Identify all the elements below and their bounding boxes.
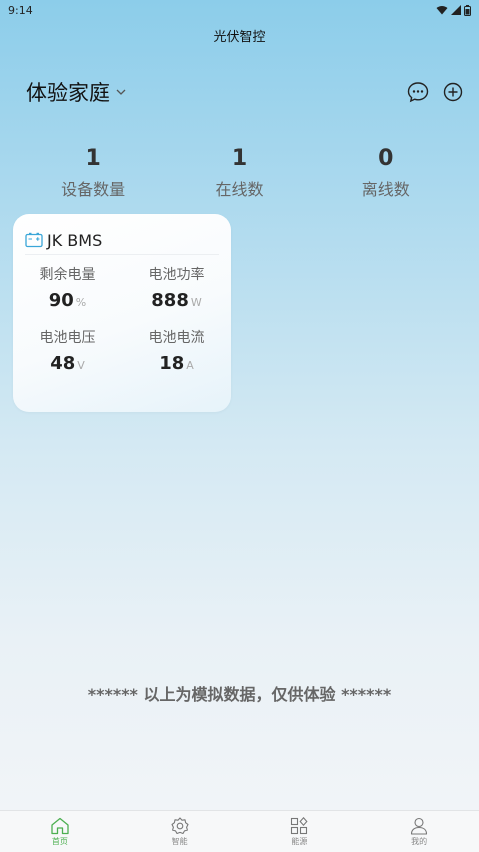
device-name: JK BMS <box>47 230 103 250</box>
metric-value-row: 48 V <box>13 353 122 374</box>
metric-unit: A <box>186 359 194 372</box>
battery-device-icon <box>25 232 43 248</box>
gear-icon <box>171 816 189 834</box>
stat-device-count: 1 设备数量 <box>33 144 153 200</box>
stat-label: 在线数 <box>215 180 264 199</box>
metric-unit: % <box>75 296 87 309</box>
metric-battery-current: 电池电流 18 A <box>122 329 231 374</box>
metric-value: 90 <box>48 290 74 311</box>
metric-value-row: 18 A <box>122 353 231 374</box>
wifi-icon <box>436 6 448 15</box>
family-selector[interactable]: 体验家庭 <box>26 77 126 107</box>
stat-value: 1 <box>231 146 248 171</box>
status-bar: 9:14 <box>0 0 479 20</box>
metric-battery-voltage: 电池电压 48 V <box>13 329 122 374</box>
stat-value: 1 <box>85 146 101 171</box>
family-name: 体验家庭 <box>26 81 110 105</box>
metric-value-row: 888 W <box>122 290 231 311</box>
message-icon[interactable] <box>407 81 429 103</box>
metric-value: 18 <box>159 353 185 374</box>
device-card[interactable]: JK BMS 剩余电量 90% 电池功率 888 W 电池电压 48 V 电池电流 … <box>13 214 231 412</box>
tab-smart[interactable]: 智能 <box>120 811 240 852</box>
demo-data-notice: ****** 以上为模拟数据，仅供体验 ****** <box>87 685 392 704</box>
home-icon <box>51 817 69 834</box>
stat-label: 设备数量 <box>61 180 126 199</box>
metric-value: 888 <box>151 290 189 311</box>
metric-label: 电池电压 <box>39 330 96 346</box>
status-time: 9:14 <box>8 3 33 17</box>
chevron-down-icon <box>116 89 126 95</box>
metric-unit: V <box>77 359 85 372</box>
tab-label: 智能 <box>171 836 188 846</box>
add-icon[interactable] <box>443 82 463 102</box>
metric-value-row: 90% <box>13 290 122 311</box>
tab-label: 我的 <box>411 836 428 846</box>
status-icons <box>436 4 471 16</box>
metric-battery-power: 电池功率 888 W <box>122 266 231 311</box>
metric-value: 48 <box>50 353 76 374</box>
device-metrics: 剩余电量 90% 电池功率 888 W 电池电压 48 V 电池电流 18 A <box>13 266 231 374</box>
user-icon <box>411 817 428 835</box>
app-title: 光伏智控 <box>213 30 266 45</box>
battery-icon <box>464 4 471 16</box>
bottom-tab-bar: 首页 智能 能源 我的 <box>0 810 479 852</box>
metric-remaining-charge: 剩余电量 90% <box>13 266 122 311</box>
metric-label: 剩余电量 <box>39 267 96 283</box>
metric-label: 电池电流 <box>148 330 205 346</box>
tab-label: 能源 <box>291 836 308 846</box>
tab-mine[interactable]: 我的 <box>359 811 479 852</box>
stat-value: 0 <box>378 146 394 171</box>
device-card-header: JK BMS <box>25 226 219 255</box>
signal-icon <box>451 5 461 15</box>
metric-label: 电池功率 <box>148 267 205 283</box>
metric-unit: W <box>190 296 202 309</box>
stat-offline-count: 0 离线数 <box>326 144 446 200</box>
device-stats: 1 设备数量 1 在线数 0 离线数 <box>0 144 479 200</box>
tab-home[interactable]: 首页 <box>0 811 120 852</box>
family-header: 体验家庭 <box>26 76 463 108</box>
header-actions <box>407 81 463 103</box>
grid-icon <box>291 816 308 834</box>
tab-energy[interactable]: 能源 <box>240 811 360 852</box>
tab-label: 首页 <box>51 836 68 846</box>
stat-online-count: 1 在线数 <box>179 144 299 200</box>
stat-label: 离线数 <box>361 180 410 199</box>
